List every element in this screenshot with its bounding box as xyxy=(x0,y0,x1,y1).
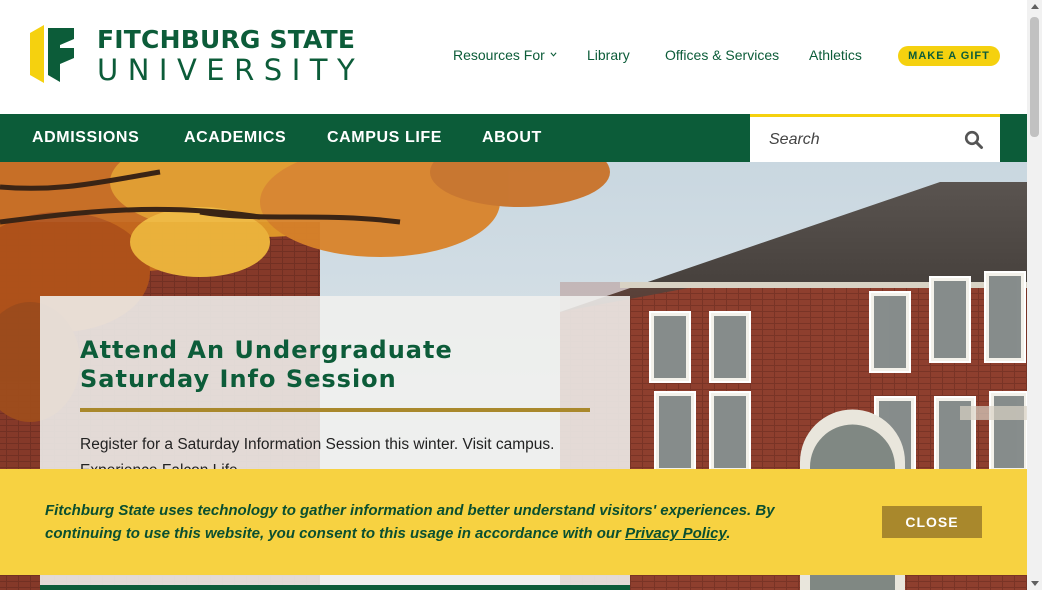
cookie-consent-banner: Fitchburg State uses technology to gathe… xyxy=(0,469,1027,575)
cookie-message-end: . xyxy=(726,525,731,542)
search-input[interactable] xyxy=(750,117,950,162)
search-icon[interactable] xyxy=(964,130,984,150)
promo-title[interactable]: Attend An Undergraduate Saturday Info Se… xyxy=(80,336,590,394)
nav-item-academics[interactable]: ACADEMICS xyxy=(184,114,286,162)
utility-link-library[interactable]: Library xyxy=(587,47,630,63)
resources-label: Resources For xyxy=(453,47,545,63)
promo-divider xyxy=(80,408,590,412)
site-header: FITCHBURG STATE UNIVERSITY Resources For… xyxy=(0,0,1027,114)
utility-link-athletics[interactable]: Athletics xyxy=(809,47,862,63)
chevron-down-icon xyxy=(550,52,557,57)
search-box xyxy=(750,114,1000,162)
page-scrollbar[interactable] xyxy=(1027,0,1042,590)
nav-item-admissions[interactable]: ADMISSIONS xyxy=(32,114,139,162)
main-nav: ADMISSIONS ACADEMICS CAMPUS LIFE ABOUT xyxy=(0,114,1027,162)
nav-item-about[interactable]: ABOUT xyxy=(482,114,542,162)
utility-link-offices[interactable]: Offices & Services xyxy=(665,47,779,63)
make-a-gift-button[interactable]: MAKE A GIFT xyxy=(898,46,1000,66)
logo-name-line2: UNIVERSITY xyxy=(97,53,365,87)
cookie-message: Fitchburg State uses technology to gathe… xyxy=(45,499,815,545)
privacy-policy-link[interactable]: Privacy Policy xyxy=(625,525,726,542)
university-logo[interactable]: FITCHBURG STATE UNIVERSITY xyxy=(30,25,355,87)
nav-item-campus-life[interactable]: CAMPUS LIFE xyxy=(327,114,442,162)
scrollbar-thumb[interactable] xyxy=(1030,17,1039,137)
utility-link-resources[interactable]: Resources For xyxy=(453,47,557,63)
cookie-close-button[interactable]: CLOSE xyxy=(882,506,982,538)
promo-card-footer-strip xyxy=(40,585,630,590)
page: FITCHBURG STATE UNIVERSITY Resources For… xyxy=(0,0,1042,590)
scroll-down-arrow-icon[interactable] xyxy=(1031,581,1039,586)
logo-mark-icon xyxy=(30,25,74,83)
logo-name-line1: FITCHBURG STATE xyxy=(97,25,356,54)
scroll-up-arrow-icon[interactable] xyxy=(1031,4,1039,9)
